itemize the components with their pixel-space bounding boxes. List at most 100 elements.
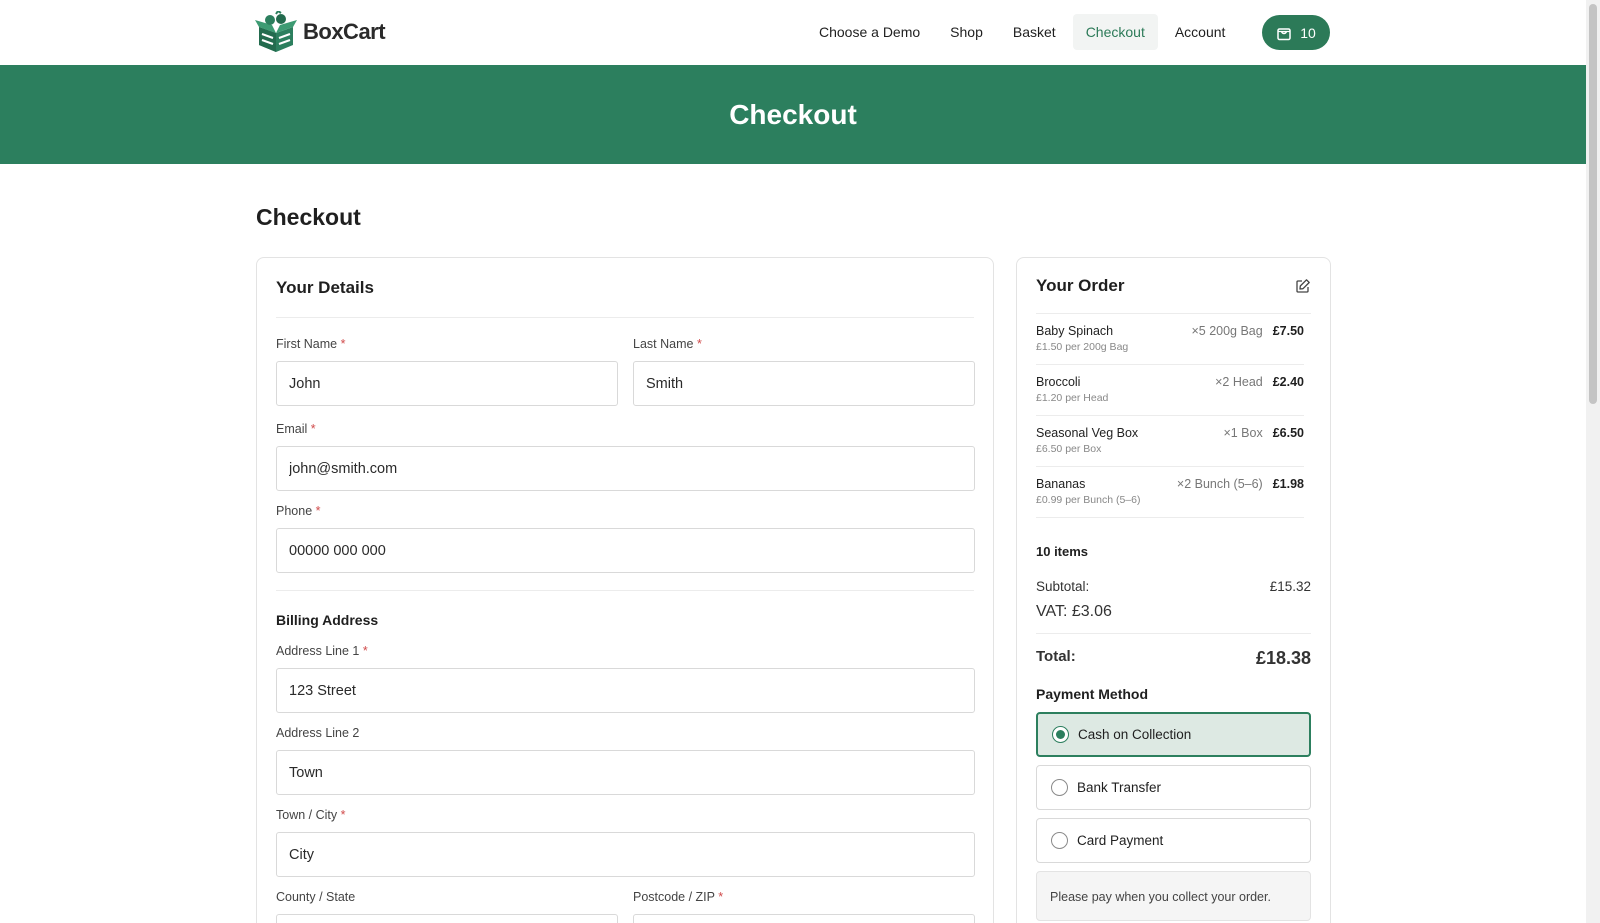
- cart-button[interactable]: 10: [1262, 15, 1330, 50]
- hero-banner: Checkout: [0, 65, 1586, 164]
- town-city-field: Town / City *: [276, 808, 975, 877]
- required-mark: *: [315, 504, 321, 518]
- town-city-label: Town / City *: [276, 808, 346, 822]
- email-input[interactable]: [276, 446, 975, 491]
- radio-icon[interactable]: [1051, 832, 1068, 849]
- main-nav: Choose a Demo Shop Basket Checkout Accou…: [806, 14, 1242, 50]
- item-unit-price: £0.99 per Bunch (5–6): [1036, 494, 1141, 506]
- billing-address-title: Billing Address: [276, 612, 379, 628]
- county-state-label: County / State: [276, 890, 356, 904]
- item-price: £7.50: [1272, 324, 1304, 338]
- total-label: Total:: [1036, 648, 1076, 665]
- nav-account[interactable]: Account: [1162, 14, 1239, 50]
- county-state-input[interactable]: [276, 914, 618, 923]
- first-name-label: First Name *: [276, 337, 346, 351]
- box-logo-icon: [255, 11, 297, 52]
- address-line2-field: Address Line 2: [276, 726, 975, 795]
- address-line1-label: Address Line 1 *: [276, 644, 368, 658]
- postcode-field: Postcode / ZIP *: [633, 890, 975, 923]
- required-mark: *: [696, 337, 702, 351]
- payment-option-cash[interactable]: Cash on Collection: [1036, 712, 1311, 757]
- payment-option-label: Bank Transfer: [1077, 780, 1162, 795]
- last-name-label: Last Name *: [633, 337, 702, 351]
- nav-basket[interactable]: Basket: [1000, 14, 1069, 50]
- payment-note: Please pay when you collect your order.: [1036, 871, 1311, 921]
- required-mark: *: [340, 808, 346, 822]
- item-price: £2.40: [1272, 375, 1304, 389]
- postcode-label: Postcode / ZIP *: [633, 890, 724, 904]
- phone-label: Phone *: [276, 504, 321, 518]
- item-quantity: ×2 Head: [1215, 375, 1263, 389]
- item-unit-price: £1.50 per 200g Bag: [1036, 341, 1129, 353]
- item-quantity: ×5 200g Bag: [1191, 324, 1263, 338]
- address-line1-input[interactable]: [276, 668, 975, 713]
- required-mark: *: [362, 644, 368, 658]
- section-divider: [276, 590, 974, 591]
- cart-count: 10: [1300, 24, 1316, 41]
- item-unit-price: £1.20 per Head: [1036, 392, 1109, 404]
- order-title: Your Order: [1036, 275, 1125, 295]
- item-name: Bananas: [1036, 477, 1086, 491]
- item-price: £1.98: [1272, 477, 1304, 491]
- required-mark: *: [718, 890, 724, 904]
- required-mark: *: [310, 422, 316, 436]
- required-mark: *: [340, 337, 346, 351]
- total-value: £18.38: [1255, 648, 1311, 668]
- email-field: Email *: [276, 422, 975, 491]
- vat-amount: VAT: £3.06: [1036, 603, 1311, 634]
- payment-method-title: Payment Method: [1036, 686, 1149, 702]
- payment-option-bank[interactable]: Bank Transfer: [1036, 765, 1311, 810]
- radio-icon[interactable]: [1051, 779, 1068, 796]
- last-name-field: Last Name *: [633, 337, 975, 406]
- payment-option-label: Card Payment: [1077, 833, 1164, 848]
- order-item: Seasonal Veg Box £6.50 per Box ×1 Box £6…: [1036, 416, 1304, 467]
- radio-selected-icon[interactable]: [1052, 726, 1069, 743]
- page-title: Checkout: [256, 204, 361, 230]
- shopping-bag-icon: [1277, 27, 1291, 40]
- edit-icon[interactable]: [1295, 278, 1311, 294]
- subtotal-row: Subtotal: £15.32: [1036, 579, 1311, 594]
- item-name: Seasonal Veg Box: [1036, 426, 1139, 440]
- hero-title: Checkout: [729, 98, 857, 130]
- subtotal-label: Subtotal:: [1036, 579, 1090, 594]
- town-city-input[interactable]: [276, 832, 975, 877]
- order-card: Your Order Baby Spinach £1.50 per 200g B…: [1016, 257, 1331, 923]
- scrollbar-thumb[interactable]: [1589, 4, 1597, 404]
- subtotal-value: £15.32: [1269, 579, 1311, 594]
- item-count: 10 items: [1036, 544, 1089, 559]
- brand-logo[interactable]: BoxCart: [255, 11, 386, 53]
- brand-name: BoxCart: [303, 19, 386, 44]
- item-unit-price: £6.50 per Box: [1036, 443, 1102, 455]
- order-item: Broccoli £1.20 per Head ×2 Head £2.40: [1036, 365, 1304, 416]
- postcode-input[interactable]: [633, 914, 975, 923]
- last-name-input[interactable]: [633, 361, 975, 406]
- item-price: £6.50: [1272, 426, 1304, 440]
- nav-checkout[interactable]: Checkout: [1072, 14, 1158, 50]
- first-name-field: First Name *: [276, 337, 618, 406]
- page: BoxCart Choose a Demo Shop Basket Checko…: [0, 0, 1586, 923]
- county-state-field: County / State: [276, 890, 618, 923]
- address-line1-field: Address Line 1 *: [276, 644, 975, 713]
- first-name-input[interactable]: [276, 361, 618, 406]
- phone-input[interactable]: [276, 528, 975, 573]
- order-item: Baby Spinach £1.50 per 200g Bag ×5 200g …: [1036, 314, 1304, 365]
- order-header: Your Order: [1036, 258, 1311, 314]
- email-label: Email *: [276, 422, 316, 436]
- item-name: Broccoli: [1036, 375, 1081, 389]
- address-line2-input[interactable]: [276, 750, 975, 795]
- phone-field: Phone *: [276, 504, 975, 573]
- payment-option-label: Cash on Collection: [1078, 727, 1192, 742]
- total-row: Total: £18.38: [1036, 648, 1311, 669]
- payment-option-card[interactable]: Card Payment: [1036, 818, 1311, 863]
- item-name: Baby Spinach: [1036, 324, 1114, 338]
- item-quantity: ×2 Bunch (5–6): [1176, 477, 1263, 491]
- top-navigation-bar: BoxCart Choose a Demo Shop Basket Checko…: [0, 0, 1586, 65]
- details-card: Your Details First Name * Last Name * Em…: [256, 257, 994, 923]
- nav-shop[interactable]: Shop: [937, 14, 996, 50]
- item-quantity: ×1 Box: [1223, 426, 1263, 440]
- address-line2-label: Address Line 2: [276, 726, 360, 740]
- nav-choose-demo[interactable]: Choose a Demo: [806, 14, 933, 50]
- page-scrollbar[interactable]: [1586, 0, 1600, 923]
- details-title: Your Details: [276, 258, 974, 318]
- order-item: Bananas £0.99 per Bunch (5–6) ×2 Bunch (…: [1036, 467, 1304, 518]
